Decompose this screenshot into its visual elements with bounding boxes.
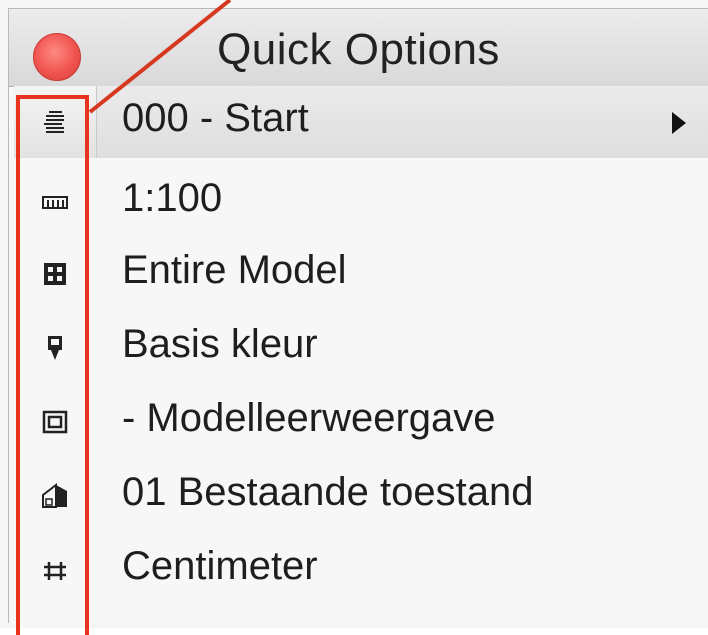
option-label: Basis kleur [122, 322, 318, 366]
option-label: Centimeter [122, 544, 318, 588]
option-row-layers[interactable]: 000 - Start [14, 86, 708, 158]
window-title: Quick Options [217, 25, 500, 74]
quick-options-palette: Quick Options 000 - Start 1:100 Entire M… [0, 0, 708, 635]
annotation-highlight-box [16, 95, 89, 635]
option-label: - Modelleerweergave [122, 396, 496, 440]
option-label: 000 - Start [122, 96, 309, 140]
submenu-arrow-icon [672, 112, 686, 134]
option-row-model-view[interactable]: Entire Model [14, 238, 708, 310]
title-bar[interactable]: Quick Options [9, 9, 708, 87]
option-row-dimension[interactable]: Centimeter [14, 534, 708, 606]
option-label: 1:100 [122, 176, 223, 220]
option-label: Entire Model [122, 248, 347, 292]
option-row-scale[interactable]: 1:100 [14, 166, 708, 238]
option-row-renovation-filter[interactable]: 01 Bestaande toestand [14, 460, 708, 532]
option-label: 01 Bestaande toestand [122, 470, 534, 514]
option-row-pen-set[interactable]: Basis kleur [14, 312, 708, 384]
option-row-display-option[interactable]: - Modelleerweergave [14, 386, 708, 458]
